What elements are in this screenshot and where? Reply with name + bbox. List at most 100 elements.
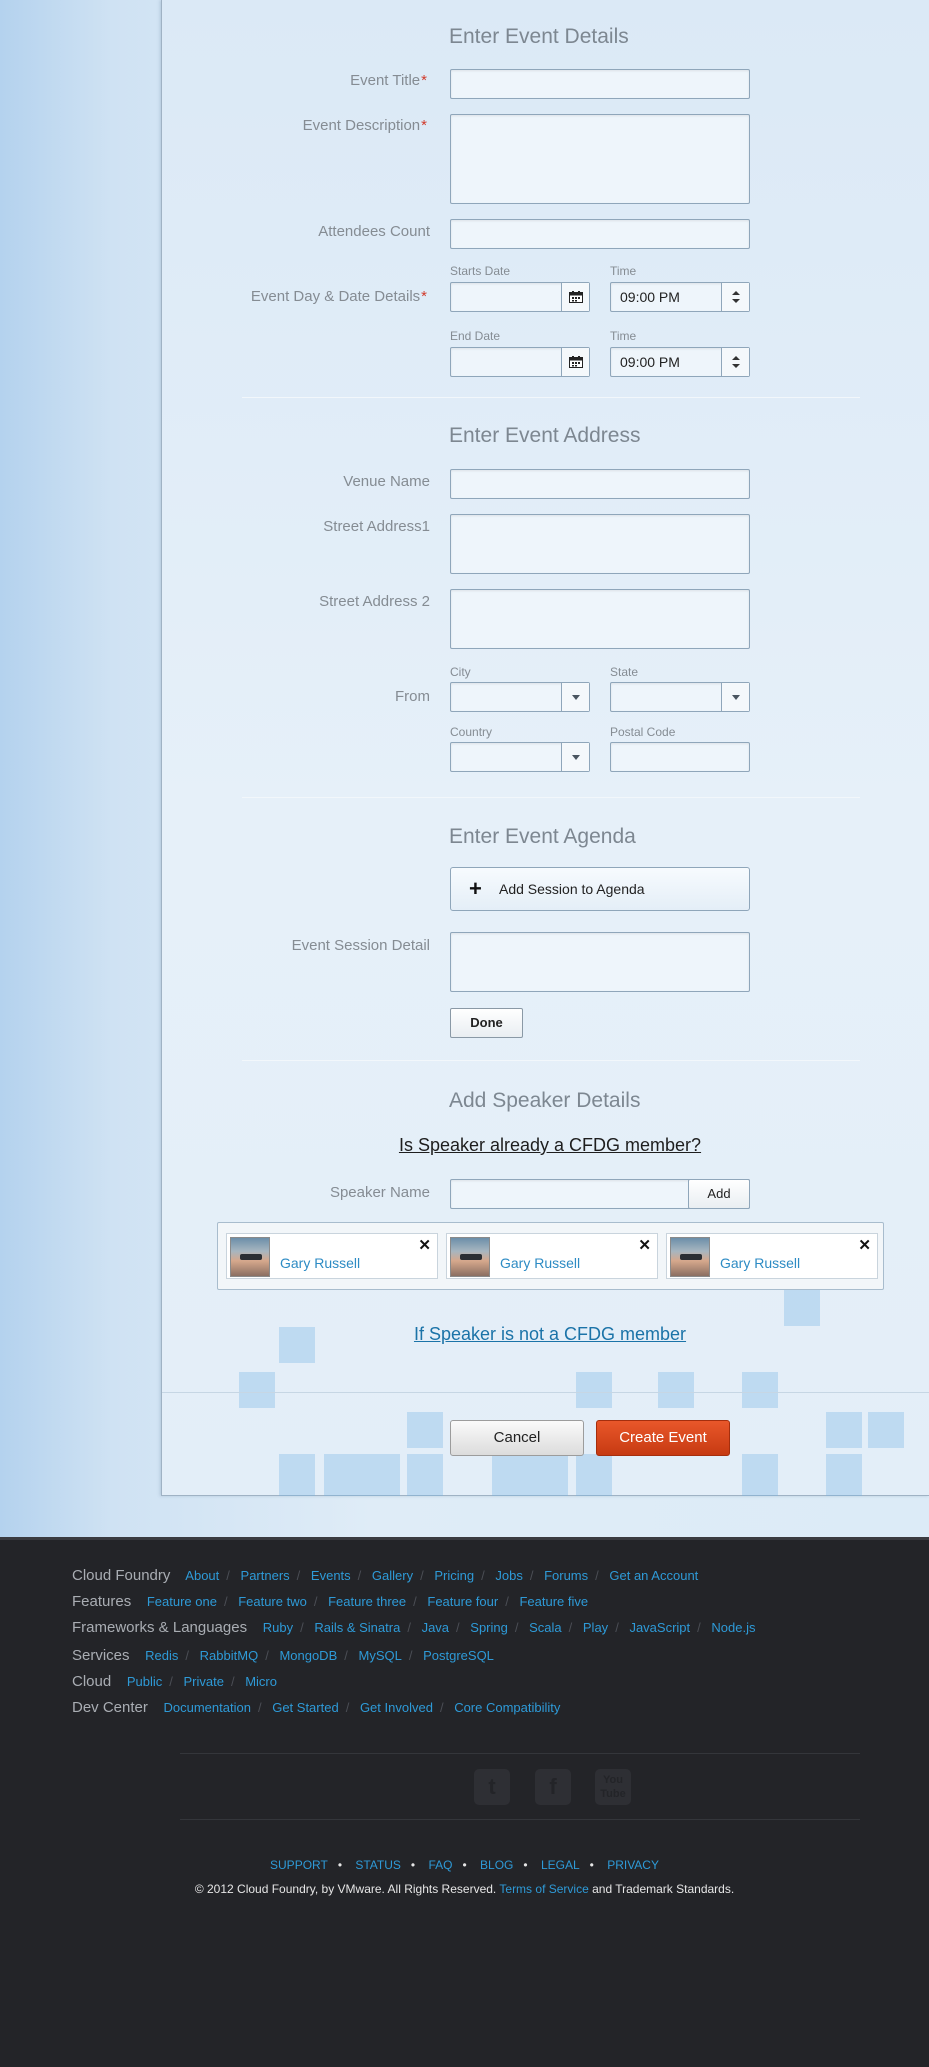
footer-link[interactable]: Node.js xyxy=(711,1620,755,1635)
faq-link[interactable]: FAQ xyxy=(428,1858,452,1872)
footer-link[interactable]: Pricing xyxy=(434,1568,474,1583)
terms-link[interactable]: Terms of Service xyxy=(499,1882,588,1896)
footer-link[interactable]: Micro xyxy=(245,1674,277,1689)
calendar-icon[interactable] xyxy=(561,348,589,376)
speaker-name-input[interactable]: Add xyxy=(450,1179,750,1209)
speaker-card-name[interactable]: Gary Russell xyxy=(500,1255,580,1271)
privacy-link[interactable]: PRIVACY xyxy=(607,1858,659,1872)
footer-link[interactable]: Private xyxy=(184,1674,224,1689)
footer-row-features: Features Feature one / Feature two / Featu… xyxy=(72,1593,589,1610)
footer-link[interactable]: Get Started xyxy=(272,1700,338,1715)
footer-link[interactable]: Java xyxy=(422,1620,449,1635)
status-link[interactable]: STATUS xyxy=(355,1858,401,1872)
time-stepper-icon[interactable] xyxy=(721,283,749,311)
footer-link[interactable]: Rails & Sinatra xyxy=(314,1620,400,1635)
footer-divider xyxy=(180,1753,860,1754)
twitter-icon[interactable]: t xyxy=(474,1769,510,1805)
support-link[interactable]: SUPPORT xyxy=(270,1858,328,1872)
session-detail-label: Event Session Detail xyxy=(291,937,430,954)
footer-link[interactable]: Partners xyxy=(241,1568,290,1583)
event-address-heading: Enter Event Address xyxy=(449,424,641,447)
speaker-member-question[interactable]: Is Speaker already a CFDG member? xyxy=(0,1135,929,1156)
create-event-button[interactable]: Create Event xyxy=(596,1420,730,1456)
end-date-input[interactable] xyxy=(450,347,590,377)
event-description-textarea[interactable] xyxy=(450,114,750,204)
footer-link[interactable]: Events xyxy=(311,1568,351,1583)
footer-link[interactable]: About xyxy=(185,1568,219,1583)
footer-link[interactable]: Documentation xyxy=(164,1700,251,1715)
footer xyxy=(0,1537,929,2067)
close-icon[interactable]: ✕ xyxy=(638,1236,651,1254)
time-stepper-icon[interactable] xyxy=(721,348,749,376)
footer-row-dev-center: Dev Center Documentation / Get Started / G… xyxy=(72,1699,561,1716)
end-time-input[interactable]: 09:00 PM xyxy=(610,347,750,377)
footer-divider xyxy=(180,1819,860,1820)
speaker-heading: Add Speaker Details xyxy=(449,1089,641,1112)
add-speaker-button[interactable]: Add xyxy=(688,1179,750,1209)
venue-name-input[interactable] xyxy=(450,469,750,499)
footer-row-cloud: Cloud Public / Private / Micro xyxy=(72,1673,277,1690)
footer-link[interactable]: Feature one xyxy=(147,1594,217,1609)
add-session-button[interactable]: + Add Session to Agenda xyxy=(450,867,750,911)
facebook-icon[interactable]: f xyxy=(535,1769,571,1805)
legal-link[interactable]: LEGAL xyxy=(541,1858,580,1872)
footer-link[interactable]: Gallery xyxy=(372,1568,413,1583)
footer-link[interactable]: Play xyxy=(583,1620,608,1635)
postal-code-input[interactable] xyxy=(610,742,750,772)
done-button[interactable]: Done xyxy=(450,1008,523,1038)
country-select[interactable] xyxy=(450,742,590,772)
chevron-down-icon[interactable] xyxy=(561,743,589,771)
footer-link[interactable]: Scala xyxy=(529,1620,562,1635)
event-agenda-heading: Enter Event Agenda xyxy=(449,825,636,848)
footer-link[interactable]: Feature four xyxy=(427,1594,498,1609)
avatar xyxy=(670,1237,710,1277)
footer-link[interactable]: JavaScript xyxy=(629,1620,690,1635)
footer-link[interactable]: Public xyxy=(127,1674,162,1689)
footer-link[interactable]: Jobs xyxy=(495,1568,522,1583)
event-title-input[interactable] xyxy=(450,69,750,99)
cancel-button[interactable]: Cancel xyxy=(450,1420,584,1456)
start-date-input[interactable] xyxy=(450,282,590,312)
section-divider xyxy=(242,797,860,798)
footer-link[interactable]: Redis xyxy=(145,1648,178,1663)
street-address1-textarea[interactable] xyxy=(450,514,750,574)
footer-link[interactable]: Ruby xyxy=(263,1620,293,1635)
speaker-card-name[interactable]: Gary Russell xyxy=(720,1255,800,1271)
end-time-label: Time xyxy=(610,329,637,343)
state-select[interactable] xyxy=(610,682,750,712)
youtube-icon[interactable]: You Tube xyxy=(595,1769,631,1805)
chevron-down-icon[interactable] xyxy=(721,683,749,711)
footer-link[interactable]: Spring xyxy=(470,1620,508,1635)
venue-name-label: Venue Name xyxy=(343,473,430,490)
attendees-count-input[interactable] xyxy=(450,219,750,249)
footer-row-frameworks: Frameworks & Languages Ruby / Rails & Sin… xyxy=(72,1619,756,1636)
close-icon[interactable]: ✕ xyxy=(418,1236,431,1254)
chevron-down-icon[interactable] xyxy=(561,683,589,711)
footer-link[interactable]: Get Involved xyxy=(360,1700,433,1715)
copyright: © 2012 Cloud Foundry, by VMware. All Rig… xyxy=(194,1882,735,1896)
blog-link[interactable]: BLOG xyxy=(480,1858,513,1872)
footer-link[interactable]: Get an Account xyxy=(609,1568,698,1583)
speaker-card-name[interactable]: Gary Russell xyxy=(280,1255,360,1271)
footer-link[interactable]: RabbitMQ xyxy=(200,1648,259,1663)
footer-link[interactable]: Forums xyxy=(544,1568,588,1583)
state-label: State xyxy=(610,665,639,679)
close-icon[interactable]: ✕ xyxy=(858,1236,871,1254)
calendar-icon[interactable] xyxy=(561,283,589,311)
speaker-card: Gary Russell ✕ xyxy=(446,1233,658,1279)
footer-link[interactable]: PostgreSQL xyxy=(423,1648,494,1663)
footer-row-services: Services Redis / RabbitMQ / MongoDB / MySQL… xyxy=(72,1647,494,1664)
section-divider xyxy=(242,1060,860,1061)
footer-link[interactable]: Feature three xyxy=(328,1594,406,1609)
session-detail-textarea[interactable] xyxy=(450,932,750,992)
speaker-name-label: Speaker Name xyxy=(329,1184,430,1201)
start-time-input[interactable]: 09:00 PM xyxy=(610,282,750,312)
footer-link[interactable]: MongoDB xyxy=(279,1648,337,1663)
not-member-link[interactable]: If Speaker is not a CFDG member xyxy=(0,1324,929,1345)
footer-link[interactable]: Feature five xyxy=(519,1594,588,1609)
street-address2-textarea[interactable] xyxy=(450,589,750,649)
city-select[interactable] xyxy=(450,682,590,712)
footer-link[interactable]: Core Compatibility xyxy=(454,1700,560,1715)
footer-link[interactable]: Feature two xyxy=(238,1594,307,1609)
footer-link[interactable]: MySQL xyxy=(359,1648,402,1663)
